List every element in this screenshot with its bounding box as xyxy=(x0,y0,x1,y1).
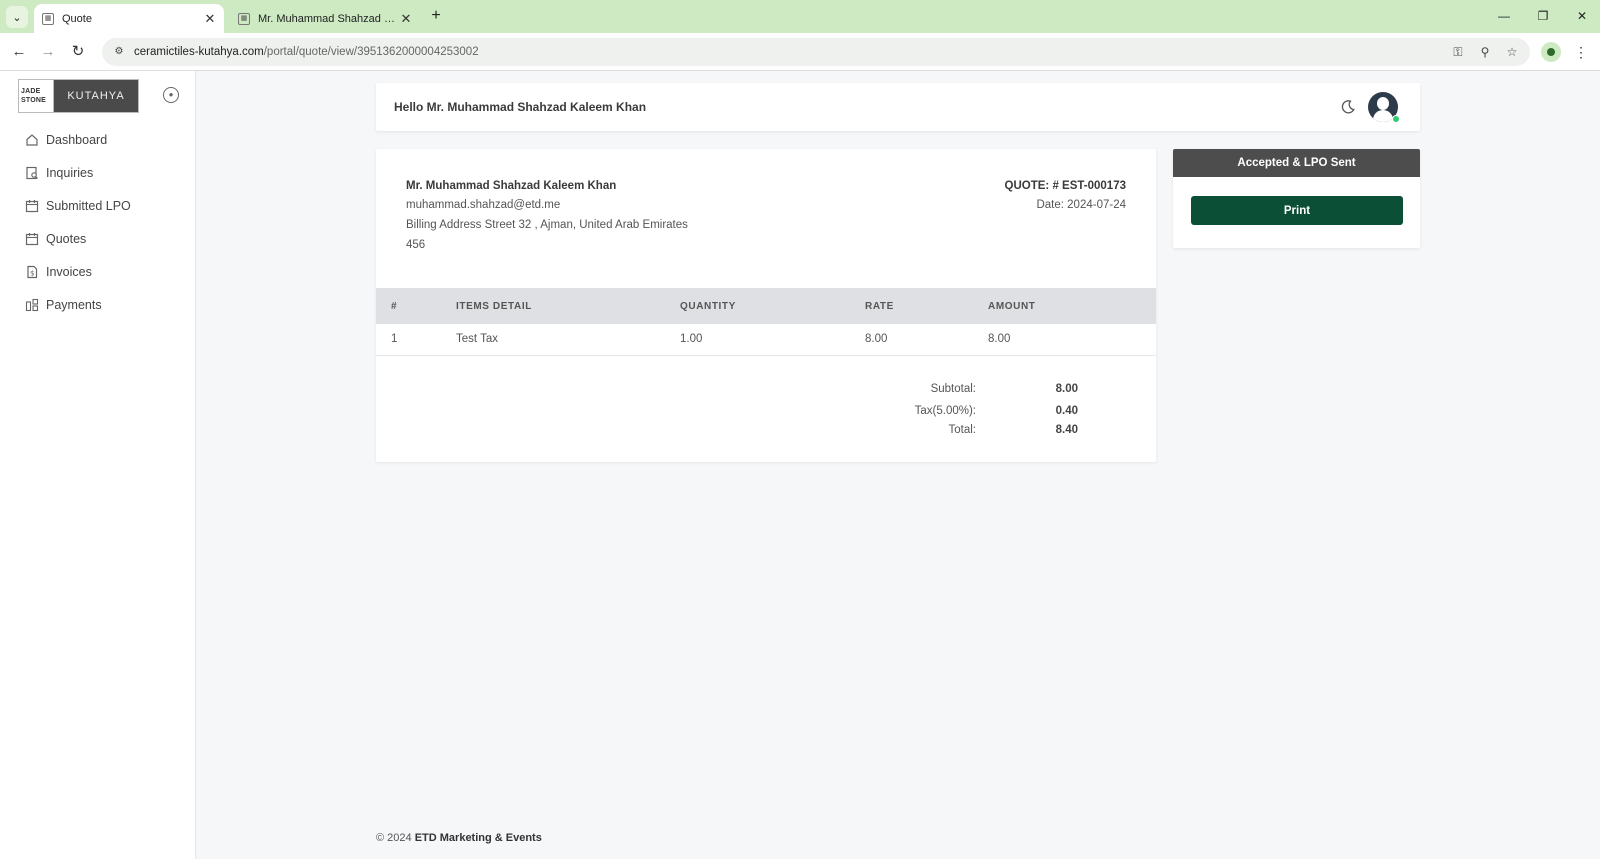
bookmark-star-icon[interactable]: ☆ xyxy=(1502,42,1522,62)
sidebar-item-submitted-lpo[interactable]: Submitted LPO xyxy=(0,189,196,222)
table-header-row: # ITEMS DETAIL QUANTITY RATE AMOUNT xyxy=(376,288,1156,324)
restore-icon[interactable]: ❐ xyxy=(1533,6,1553,26)
quote-card: Mr. Muhammad Shahzad Kaleem Khan muhamma… xyxy=(376,149,1156,462)
quote-number: QUOTE: # EST-000173 xyxy=(1004,180,1126,192)
sidebar-item-label: Dashboard xyxy=(46,132,108,147)
column-header: # xyxy=(376,288,456,324)
profile-icon[interactable] xyxy=(1541,42,1561,62)
item-detail: Test Tax xyxy=(456,324,680,356)
reload-icon[interactable]: ↻ xyxy=(67,41,89,63)
item-amount: 8.00 xyxy=(988,324,1156,356)
tab-label: Mr. Muhammad Shahzad Kaleem Khan xyxy=(258,12,398,25)
logo-kutahya: KUTAHYA xyxy=(54,80,138,112)
tab-label: Quote xyxy=(62,12,92,25)
item-rate: 8.00 xyxy=(865,324,988,356)
tax-value: 0.40 xyxy=(1055,405,1078,417)
tab-search-button[interactable]: ⌄ xyxy=(6,6,28,28)
address-bar-row: ← → ↻ ⚙ ceramictiles-kutahya.com/portal/… xyxy=(0,33,1600,71)
new-tab-button[interactable]: + xyxy=(426,6,446,26)
total-value: 8.40 xyxy=(1055,424,1078,436)
status-badge: Accepted & LPO Sent xyxy=(1173,149,1420,177)
status-card: Accepted & LPO Sent Print xyxy=(1173,149,1420,248)
logo[interactable]: JADE STONE KUTAHYA xyxy=(18,79,139,113)
dark-mode-moon-icon[interactable] xyxy=(1338,97,1358,117)
close-window-icon[interactable]: ✕ xyxy=(1572,6,1592,26)
invoice-icon: $ xyxy=(24,264,39,279)
sidebar-item-label: Quotes xyxy=(46,231,87,246)
close-tab-icon[interactable]: ✕ xyxy=(202,11,218,27)
item-number: 1 xyxy=(376,324,456,356)
browser-tab-customer[interactable]: ▦ Mr. Muhammad Shahzad Kaleem Khan ✕ xyxy=(230,4,420,33)
back-icon[interactable]: ← xyxy=(8,41,30,63)
greeting-text: Hello Mr. Muhammad Shahzad Kaleem Khan xyxy=(394,100,647,114)
column-header: AMOUNT xyxy=(988,288,1156,324)
footer: © 2024 ETD Marketing & Events xyxy=(376,832,542,844)
zoom-icon[interactable]: ⚲ xyxy=(1475,42,1495,62)
column-header: ITEMS DETAIL xyxy=(456,288,680,324)
top-header: Hello Mr. Muhammad Shahzad Kaleem Khan xyxy=(376,83,1420,131)
site-info-icon[interactable]: ⚙ xyxy=(110,43,128,61)
column-header: RATE xyxy=(865,288,988,324)
sidebar-item-quotes[interactable]: Quotes xyxy=(0,222,196,255)
table-row: 1 Test Tax 1.00 8.00 8.00 xyxy=(376,324,1156,356)
browser-tab-bar: ⌄ ▦ Quote ✕ ▦ Mr. Muhammad Shahzad Kalee… xyxy=(0,0,1600,33)
sidebar-item-dashboard[interactable]: Dashboard xyxy=(0,123,196,156)
subtotal-value: 8.00 xyxy=(1055,383,1078,395)
page-icon: ▦ xyxy=(42,12,54,25)
column-header: QUANTITY xyxy=(680,288,865,324)
sidebar-item-label: Inquiries xyxy=(46,165,94,180)
customer-name: Mr. Muhammad Shahzad Kaleem Khan xyxy=(406,180,617,192)
browser-tab-quote[interactable]: ▦ Quote ✕ xyxy=(34,4,224,33)
sidebar-item-inquiries[interactable]: Inquiries xyxy=(0,156,196,189)
items-table: # ITEMS DETAIL QUANTITY RATE AMOUNT 1 Te… xyxy=(376,288,1156,356)
billing-zip: 456 xyxy=(406,239,426,251)
more-menu-icon[interactable]: ⋮ xyxy=(1573,41,1589,63)
billing-address: Billing Address Street 32 , Ajman, Unite… xyxy=(406,219,688,231)
company-name: ETD Marketing & Events xyxy=(414,832,542,844)
sidebar-item-label: Submitted LPO xyxy=(46,198,131,213)
close-tab-icon[interactable]: ✕ xyxy=(398,11,414,27)
url-text: ceramictiles-kutahya.com/portal/quote/vi… xyxy=(134,46,479,58)
total-label: Total: xyxy=(948,424,977,436)
copyright-text: © 2024 xyxy=(376,832,415,844)
sidebar-item-label: Invoices xyxy=(46,264,92,279)
sidebar-item-invoices[interactable]: $ Invoices xyxy=(0,255,196,288)
svg-text:$: $ xyxy=(30,269,34,277)
sidebar-nav: Dashboard Inquiries Submitted LPO Quotes… xyxy=(0,123,196,321)
quote-date: Date: 2024-07-24 xyxy=(1036,199,1126,211)
calendar-icon xyxy=(24,198,39,213)
logo-jade-stone: JADE STONE xyxy=(19,80,54,112)
sidebar: JADE STONE KUTAHYA ● Dashboard Inquiries… xyxy=(0,71,196,859)
minimize-icon[interactable]: — xyxy=(1494,6,1514,26)
forward-icon[interactable]: → xyxy=(37,41,59,63)
item-quantity: 1.00 xyxy=(680,324,865,356)
url-input[interactable]: ⚙ ceramictiles-kutahya.com/portal/quote/… xyxy=(102,38,1530,66)
password-key-icon[interactable]: ⚿ xyxy=(1448,42,1468,62)
sidebar-item-payments[interactable]: Payments xyxy=(0,288,196,321)
sidebar-toggle-icon[interactable]: ● xyxy=(163,87,179,103)
sidebar-item-label: Payments xyxy=(46,297,102,312)
tax-label: Tax(5.00%): xyxy=(914,405,976,417)
calendar-icon xyxy=(24,231,39,246)
home-icon xyxy=(24,132,39,147)
inquiry-icon xyxy=(24,165,39,180)
online-status-dot xyxy=(1392,115,1400,123)
page-icon: ▦ xyxy=(238,12,250,25)
payments-icon xyxy=(24,297,39,312)
subtotal-label: Subtotal: xyxy=(930,383,976,395)
print-button[interactable]: Print xyxy=(1191,196,1403,225)
customer-email: muhammad.shahzad@etd.me xyxy=(406,199,561,211)
